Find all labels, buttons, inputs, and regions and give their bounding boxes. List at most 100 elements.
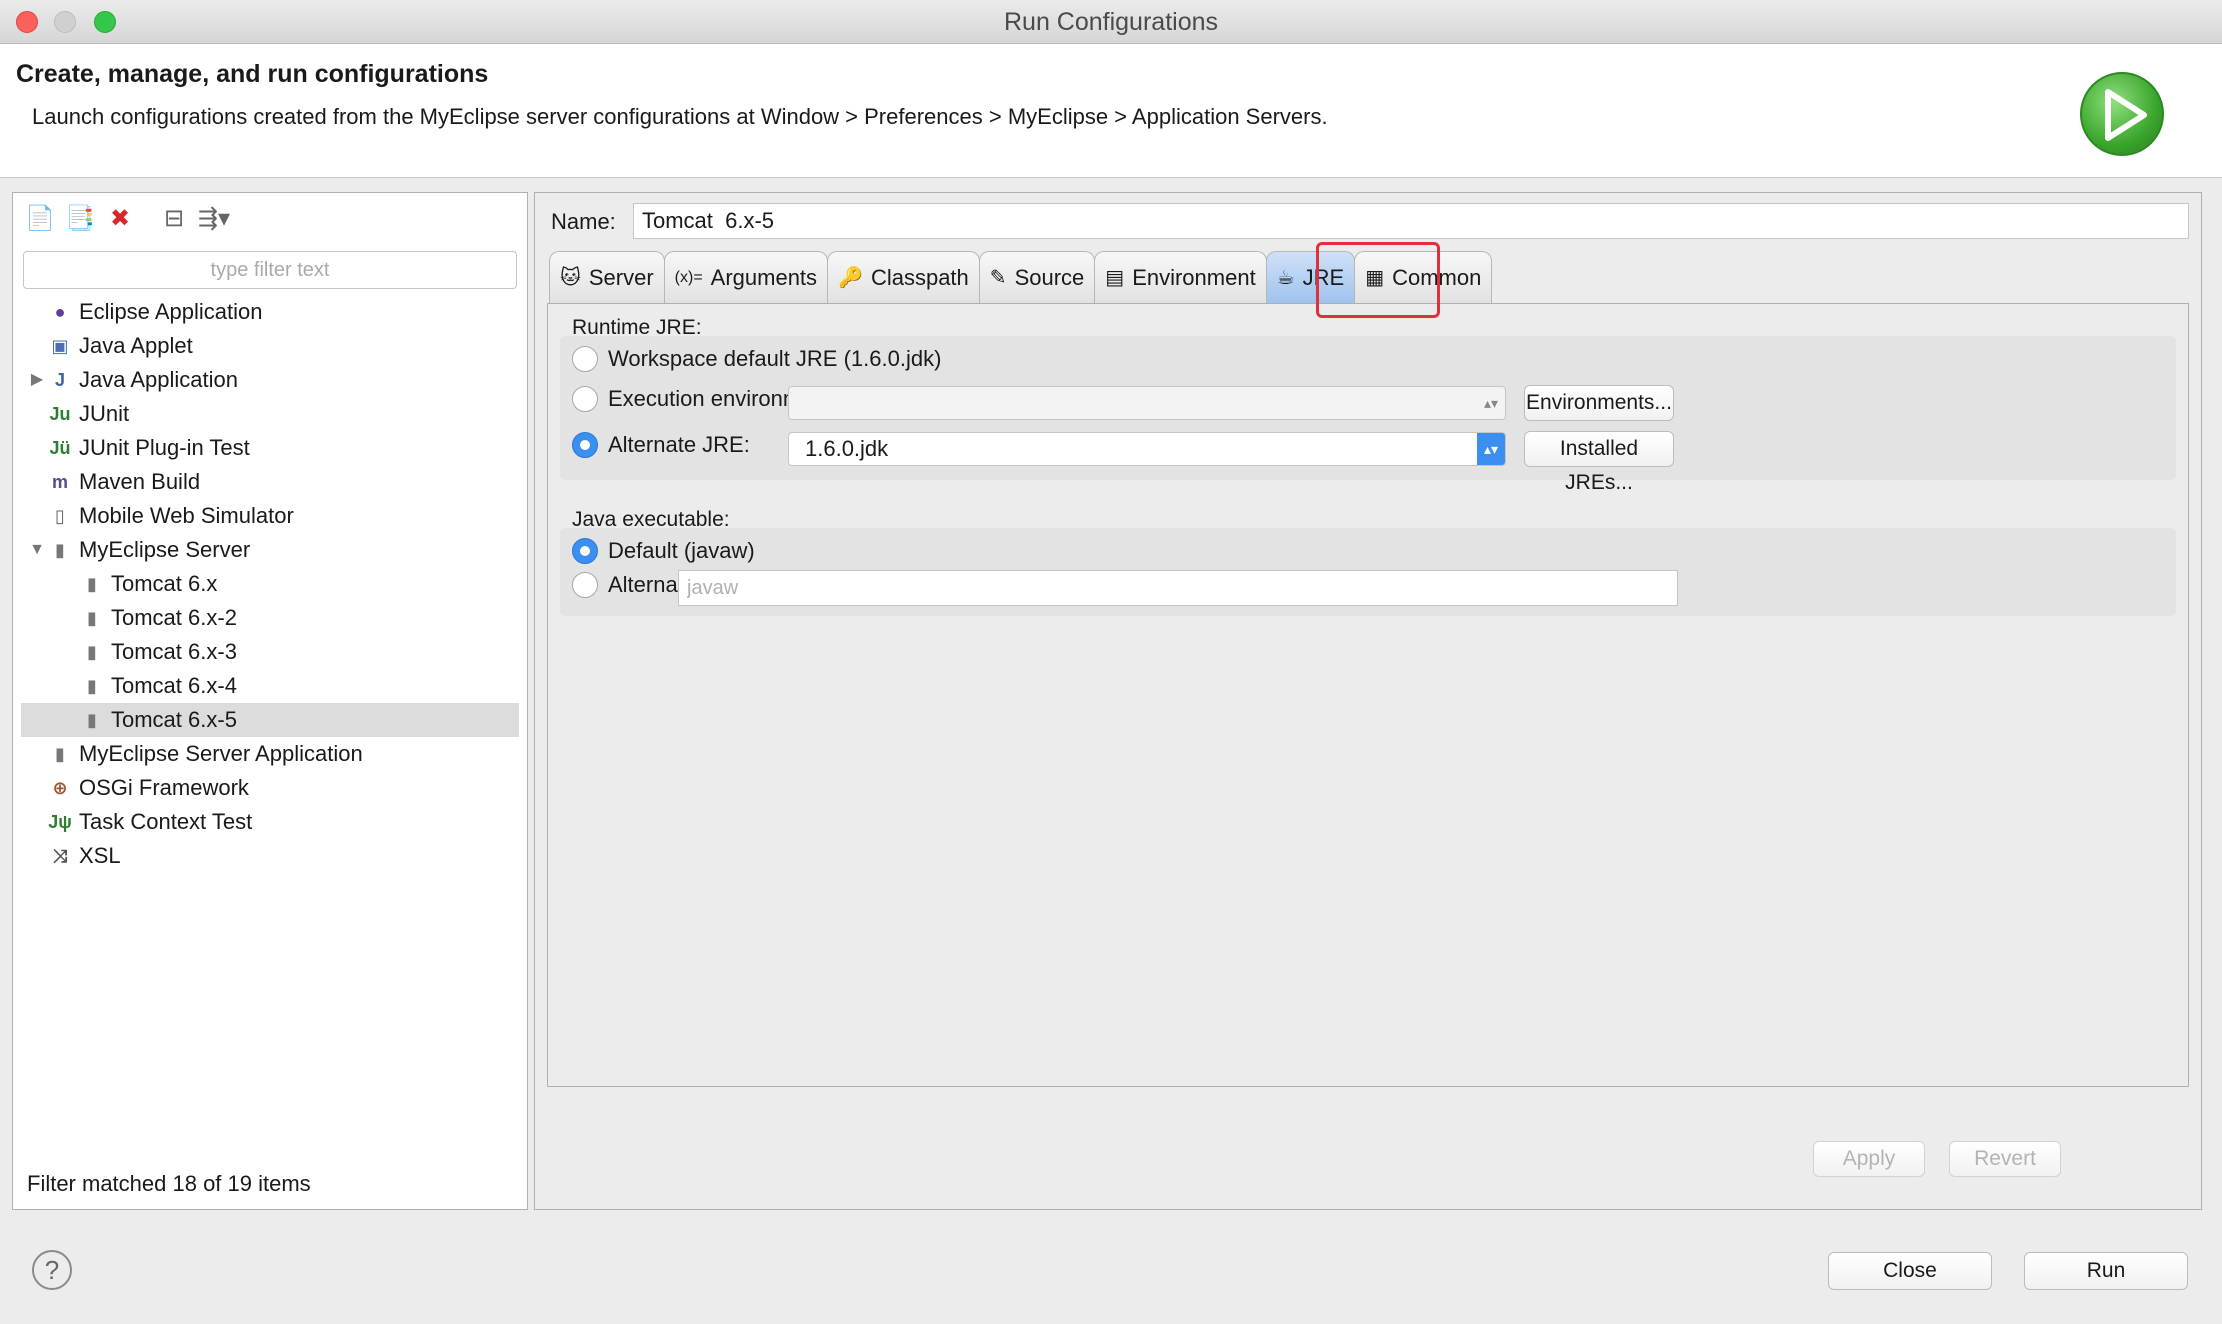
tree-item[interactable]: ▶ J Java Application [13,363,527,397]
tab-classpath[interactable]: 🔑 Classpath [827,251,980,303]
configuration-list-panel: 📄📑✖ ⊟⇶▾ ● Eclipse Application ▣ Java Applet ▶… [12,192,528,1210]
tab-label: Common [1392,264,1482,290]
tree-item[interactable]: ▮ Tomcat 6.x-2 [13,601,527,635]
collapse-all-icon[interactable]: ⊟ [157,201,191,235]
run-icon [2080,72,2164,156]
alternate-jre-value: 1.6.0.jdk [805,436,889,461]
tree-item[interactable]: ▮ Tomcat 6.x [13,567,527,601]
source-tab-icon: ✎ [989,267,1007,289]
server-config-icon: ▮ [87,676,97,696]
help-icon[interactable]: ? [32,1250,72,1290]
tree-item-label: Eclipse Application [79,299,263,324]
apply-button[interactable]: Apply [1813,1141,1925,1177]
default-javaw-option[interactable]: Default (javaw) [572,538,755,564]
config-tree: ● Eclipse Application ▣ Java Applet ▶ J Java A… [13,295,527,873]
tree-item-label: Mobile Web Simulator [79,503,294,528]
tab-common[interactable]: ▦ Common [1354,251,1493,303]
osgi-icon: ⊕ [52,778,68,798]
filter-menu-icon[interactable]: ⇶▾ [197,201,231,235]
tree-item-label: JUnit Plug-in Test [79,435,250,460]
filter-input[interactable] [23,251,517,289]
maven-icon: m [51,472,68,492]
workspace-default-radio[interactable] [572,346,598,372]
tree-item[interactable]: ▮ Tomcat 6.x-3 [13,635,527,669]
execution-env-select[interactable]: ▴▾ [788,386,1506,420]
tab-label: Arguments [710,264,818,290]
config-name-input[interactable] [633,203,2189,239]
environments-button[interactable]: Environments... [1524,385,1674,421]
tree-item-label: Tomcat 6.x-5 [111,707,237,732]
tree-item[interactable]: Jψ Task Context Test [13,805,527,839]
title-bar: Run Configurations [0,0,2222,44]
run-button[interactable]: Run [2024,1252,2188,1290]
tab-arguments[interactable]: (x)= Arguments [663,251,829,303]
tree-item-label: Tomcat 6.x-2 [111,605,237,630]
tree-item-label: JUnit [79,401,130,426]
tab-label: Environment [1132,264,1256,290]
server-config-icon: ▮ [87,710,97,730]
tree-item[interactable]: ▮ Tomcat 6.x-4 [13,669,527,703]
tree-item[interactable]: ⤨ XSL [13,839,527,873]
chevron-right-icon[interactable]: ▶ [27,363,47,397]
classpath-tab-icon: 🔑 [838,267,863,289]
installed-jres-button[interactable]: Installed JREs... [1524,431,1674,494]
environment-tab-icon: ▤ [1105,267,1125,289]
default-javaw-label: Default (javaw) [608,538,755,563]
xsl-icon: ⤨ [52,846,68,866]
alternate-jre-select[interactable]: 1.6.0.jdk ▴▾ [788,432,1506,466]
common-tab-icon: ▦ [1365,267,1385,289]
workspace-default-option[interactable]: Workspace default JRE (1.6.0.jdk) [572,346,941,372]
filter-status: Filter matched 18 of 19 items [27,1171,311,1196]
server-config-icon: ▮ [87,608,97,628]
alternate-jre-radio[interactable] [572,432,598,458]
tree-item-label: OSGi Framework [79,775,249,800]
tree-item[interactable]: ● Eclipse Application [13,295,527,329]
server-config-icon: ▮ [87,574,97,594]
close-button[interactable]: Close [1828,1252,1992,1290]
tree-item[interactable]: ▼ ▮ MyEclipse Server [13,533,527,567]
applet-icon: ▣ [51,336,69,356]
tree-item-label: Task Context Test [79,809,253,834]
tree-item-label: MyEclipse Server [79,537,251,562]
tab-source[interactable]: ✎ Source [978,251,1096,303]
tab-label: JRE [1302,264,1345,290]
name-label: Name: [551,209,616,234]
tab-server[interactable]: 🐱 Server [549,251,665,303]
server-tab-icon: 🐱 [560,267,581,289]
alternate-exec-radio[interactable] [572,572,598,598]
config-tabs: 🐱 Server (x)= Arguments 🔑 Classpath ✎ Source ▤ En… [549,251,1493,303]
tree-item-label: MyEclipse Server Application [79,741,363,766]
tab-jre[interactable]: ☕ JRE [1265,251,1356,303]
tab-label: Server [588,264,654,290]
duplicate-config-icon[interactable]: 📑 [63,201,97,235]
arguments-tab-icon: (x)= [674,268,703,286]
page-title: Create, manage, and run configurations [16,60,489,88]
tree-item[interactable]: Jü JUnit Plug-in Test [13,431,527,465]
alternate-exec-input[interactable] [678,570,1678,606]
tree-item[interactable]: ▮ Tomcat 6.x-5 [21,703,519,737]
updown-stepper-icon: ▴▾ [1483,395,1499,411]
tree-item[interactable]: ▣ Java Applet [13,329,527,363]
default-javaw-radio[interactable] [572,538,598,564]
execution-env-radio[interactable] [572,386,598,412]
tree-item[interactable]: ▮ MyEclipse Server Application [13,737,527,771]
jre-tab-icon: ☕ [1276,267,1295,289]
alternate-jre-option[interactable]: Alternate JRE: [572,432,750,458]
delete-config-icon[interactable]: ✖ [103,201,137,235]
tree-item[interactable]: Ju JUnit [13,397,527,431]
tree-item-label: Tomcat 6.x [111,571,218,596]
tree-item-label: Tomcat 6.x-3 [111,639,237,664]
tree-item[interactable]: m Maven Build [13,465,527,499]
chevron-down-icon[interactable]: ▼ [27,533,47,567]
tree-item[interactable]: ▯ Mobile Web Simulator [13,499,527,533]
config-toolbar: 📄 📑 ✖ ⊟ ⇶▾ [23,201,231,237]
tab-label: Source [1014,264,1085,290]
revert-button[interactable]: Revert [1949,1141,2061,1177]
server-app-icon: ▮ [55,744,65,764]
header-banner: Create, manage, and run configurations L… [0,44,2222,178]
tree-item-label: Tomcat 6.x-4 [111,673,237,698]
updown-stepper-icon: ▴▾ [1477,433,1505,465]
tab-environment[interactable]: ▤ Environment [1094,251,1267,303]
new-config-icon[interactable]: 📄 [23,201,57,235]
tree-item[interactable]: ⊕ OSGi Framework [13,771,527,805]
